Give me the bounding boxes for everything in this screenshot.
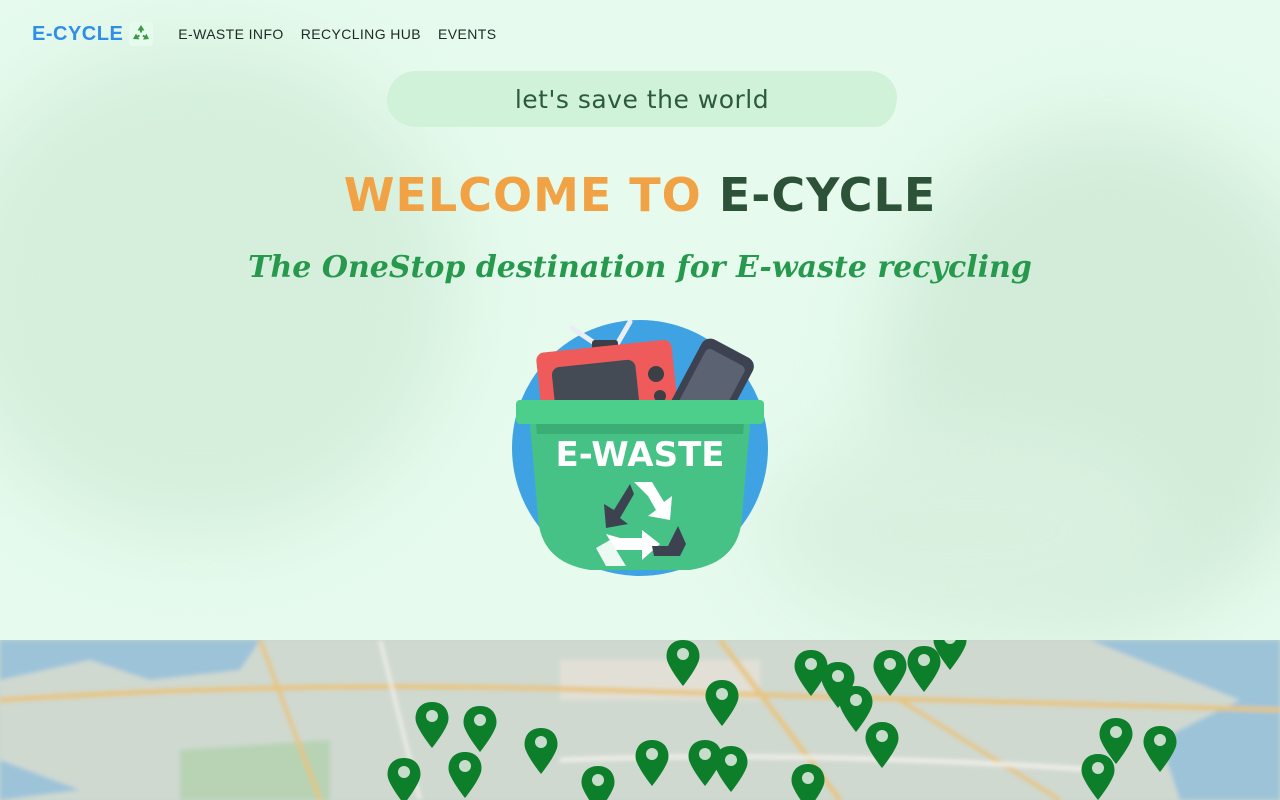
background-wash	[760, 420, 1180, 640]
brand-name: E-CYCLE	[32, 22, 124, 45]
tagline-text: let's save the world	[514, 84, 770, 114]
ewaste-label: E-WASTE	[555, 435, 724, 475]
welcome-prefix: WELCOME TO	[343, 168, 702, 222]
recycle-icon	[129, 22, 154, 46]
welcome-heading: WELCOME TO E-CYCLE	[0, 167, 1280, 223]
map-pin-icon	[581, 766, 615, 800]
nav-links: E-WASTE INFO RECYCLING HUB EVENTS	[178, 26, 513, 42]
nav-item-ewaste-info[interactable]: E-WASTE INFO	[178, 26, 283, 42]
tagline-banner: let's save the world	[387, 71, 897, 127]
nav-item-events[interactable]: EVENTS	[438, 26, 496, 42]
top-navbar: E-CYCLE E-WASTE INFO RECYCLING HUB EVENT…	[0, 0, 1280, 68]
ewaste-bin-illustration: E-WASTE	[510, 316, 770, 578]
welcome-brand: E-CYCLE	[718, 168, 937, 222]
hero-subtitle: The OneStop destination for E-waste recy…	[248, 250, 1032, 285]
nav-item-recycling-hub[interactable]: RECYCLING HUB	[301, 26, 421, 42]
recycling-centers-map[interactable]	[0, 640, 1280, 800]
brand-logo[interactable]: E-CYCLE	[32, 22, 154, 46]
